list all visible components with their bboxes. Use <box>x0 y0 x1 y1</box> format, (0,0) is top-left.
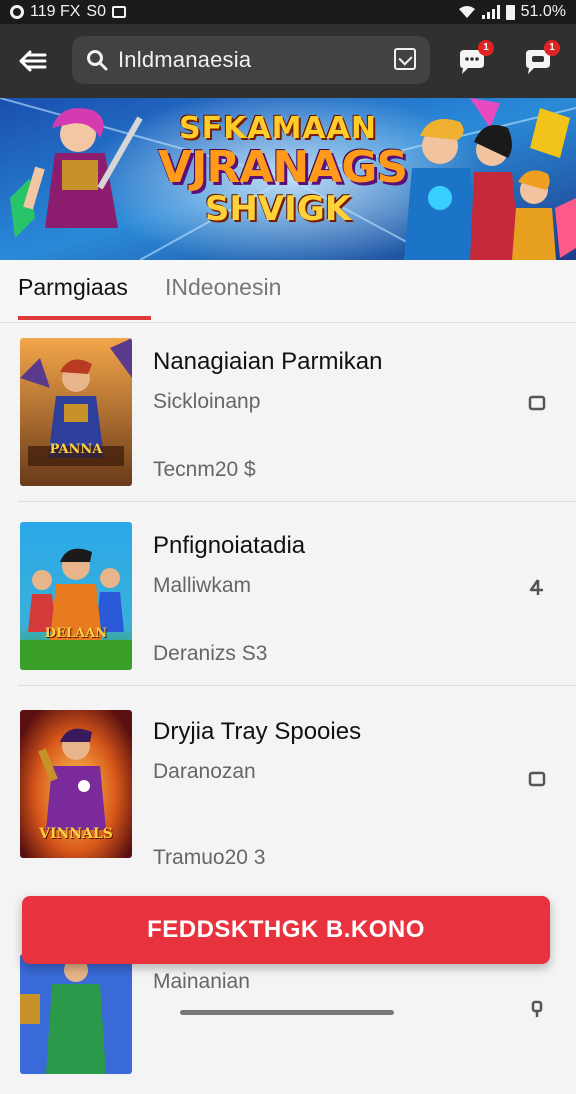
status-time: 119 FX <box>30 3 81 20</box>
banner-title: SFKAMAAN VJRANAGS SHVIGK <box>158 111 408 229</box>
status-right: 51.0% <box>458 3 566 21</box>
pin-icon[interactable] <box>528 1000 546 1018</box>
game-art-image <box>20 522 132 670</box>
bookmark-icon[interactable] <box>528 770 546 788</box>
back-arrow-icon <box>19 50 47 72</box>
calendar-check-icon[interactable] <box>394 48 416 70</box>
search-icon <box>87 50 108 71</box>
signal-icon <box>481 5 500 19</box>
item-title[interactable]: Pnfignoiatadia <box>153 532 305 560</box>
item-divider <box>18 501 576 502</box>
game-art-label: PANNA <box>49 442 103 457</box>
game-thumbnail[interactable]: DELAAN <box>20 522 132 670</box>
message-badge: 1 <box>544 40 560 56</box>
top-bar: Inldmanaesia 1 1 <box>0 24 576 98</box>
pin-icon[interactable] <box>528 578 546 596</box>
wifi-icon <box>458 6 475 18</box>
active-tab-indicator <box>18 316 151 320</box>
banner-line-3: SHVIGK <box>204 189 352 229</box>
item-title[interactable]: Nanagiaian Parmikan <box>153 348 382 376</box>
game-art-image <box>20 954 132 1074</box>
list-item[interactable]: DELAAN Pnfignoiatadia Malliwkam Deranizs… <box>0 506 576 686</box>
status-notification-text: S0 <box>86 3 106 20</box>
battery-icon <box>505 4 515 20</box>
notification-badge: 1 <box>478 40 494 56</box>
item-price: Deranizs S3 <box>153 642 268 665</box>
search-input[interactable]: Inldmanaesia <box>118 47 251 73</box>
status-bar: 119 FX S0 51.0% <box>0 0 576 24</box>
tab-indeonesin[interactable]: INdeonesin <box>165 274 281 301</box>
item-subtitle: Mainanian <box>153 970 250 993</box>
game-thumbnail[interactable]: PANNA <box>20 338 132 486</box>
back-button[interactable] <box>16 46 50 76</box>
promo-banner[interactable]: SFKAMAAN VJRANAGS SHVIGK <box>0 98 576 260</box>
item-title[interactable]: Dryjia Tray Spooies <box>153 718 361 746</box>
item-subtitle: Sickloinanp <box>153 390 261 413</box>
sync-icon <box>10 5 24 19</box>
tab-bar: Parmgiaas INdeonesin <box>0 260 576 323</box>
game-thumbnail[interactable]: VINNALS <box>20 710 132 858</box>
bookmark-icon[interactable] <box>528 394 546 412</box>
game-thumbnail[interactable] <box>20 954 132 1074</box>
search-bar[interactable]: Inldmanaesia <box>72 36 430 84</box>
banner-line-2: VJRANAGS <box>158 142 408 193</box>
messages-button[interactable]: 1 <box>520 40 560 80</box>
list-item[interactable]: PANNA Nanagiaian Parmikan Sickloinanp Te… <box>0 322 576 502</box>
game-art-label: DELAAN <box>44 626 108 641</box>
item-subtitle: Malliwkam <box>153 574 252 597</box>
game-art-image <box>20 338 132 486</box>
list-item[interactable]: VINNALS Dryjia Tray Spooies Daranozan Tr… <box>0 694 576 874</box>
item-divider <box>18 685 576 686</box>
game-art-label: VINNALS <box>39 826 113 842</box>
battery-level: 51.0% <box>520 3 566 20</box>
item-subtitle: Daranozan <box>153 760 256 783</box>
notification-icon <box>111 6 126 18</box>
item-price: Tecnm20 $ <box>153 458 256 481</box>
notifications-button[interactable]: 1 <box>454 40 494 80</box>
status-left: 119 FX S0 <box>10 3 126 21</box>
tab-parmgiaas[interactable]: Parmgiaas <box>18 274 128 301</box>
home-indicator[interactable] <box>180 1010 394 1015</box>
primary-action-button[interactable]: FEDDSKTHGK B.KONO <box>22 896 550 964</box>
banner-line-1: SFKAMAAN <box>179 111 377 146</box>
item-price: Tramuo20 3 <box>153 846 266 869</box>
